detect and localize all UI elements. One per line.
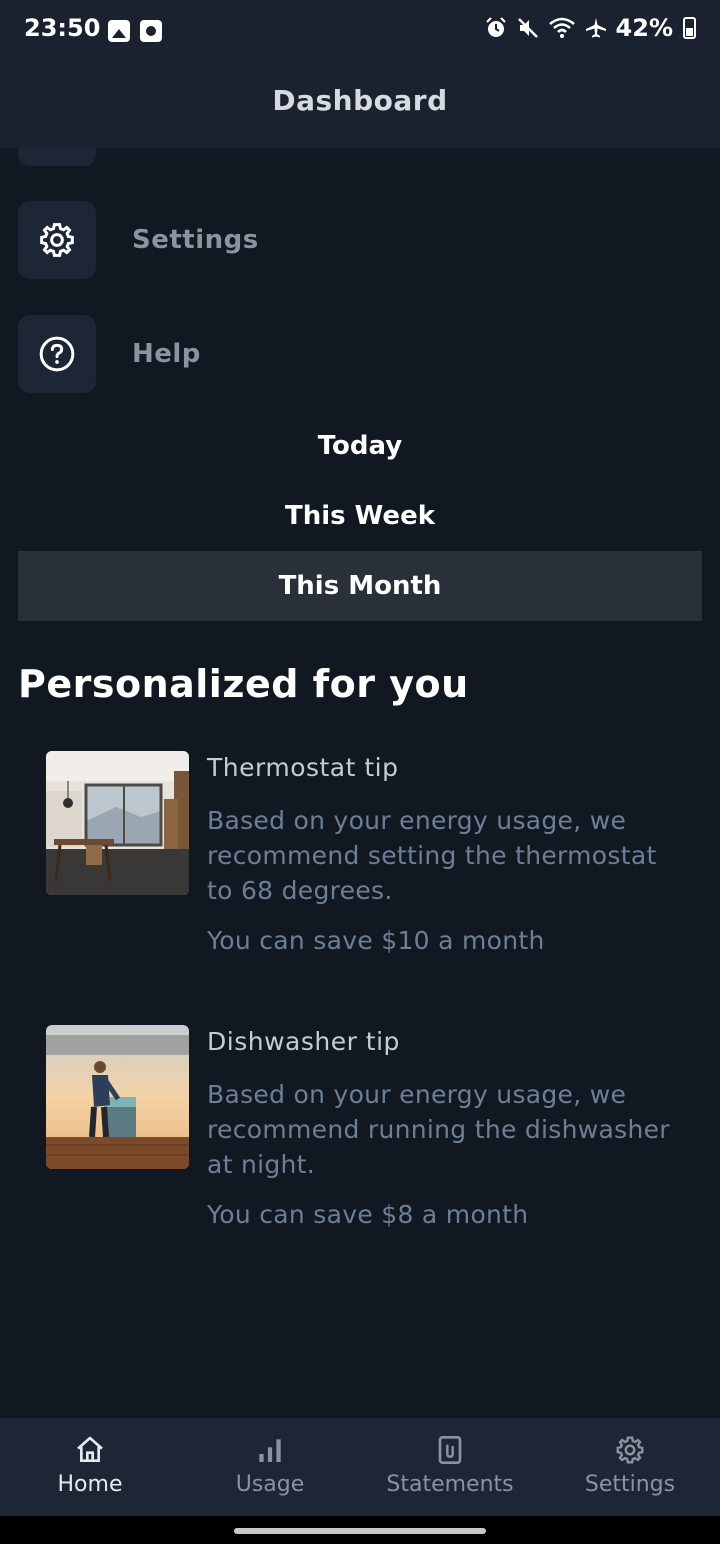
- section-title: Personalized for you: [18, 662, 469, 706]
- wifi-icon: [548, 17, 575, 38]
- help-circle-icon: [39, 336, 75, 372]
- menu-icon-tile: [18, 315, 96, 393]
- status-notification-icons: [108, 20, 162, 42]
- home-icon: [77, 1436, 103, 1462]
- app-bar: Dashboard: [0, 62, 720, 148]
- gear-icon: [40, 223, 74, 257]
- tip-card-dishwasher[interactable]: Dishwasher tip Based on your energy usag…: [46, 1025, 686, 1245]
- main-content[interactable]: Settings Help Today This Week This Month…: [0, 148, 720, 1418]
- gear-icon: [616, 1436, 644, 1464]
- airplane-icon: [585, 18, 606, 38]
- battery-percentage: 42%: [615, 14, 673, 42]
- menu-item-help[interactable]: Help: [18, 315, 201, 393]
- menu-item-partial[interactable]: [18, 148, 96, 166]
- tip-body: Based on your energy usage, we recommend…: [207, 806, 657, 905]
- status-system-icons: 42%: [484, 14, 696, 42]
- menu-item-label: Settings: [132, 225, 259, 255]
- nav-label: Settings: [584, 1472, 676, 1497]
- mute-icon: [517, 18, 538, 38]
- tip-thumbnail: [46, 751, 189, 895]
- document-icon: [438, 1436, 462, 1464]
- menu-item-settings[interactable]: Settings: [18, 201, 259, 279]
- status-time: 23:50: [24, 14, 101, 42]
- tip-thumbnail: [46, 1025, 189, 1169]
- nav-label: Usage: [235, 1472, 305, 1497]
- period-option-this-week[interactable]: This Week: [18, 481, 702, 551]
- nav-label: Statements: [386, 1472, 514, 1497]
- status-bar: 23:50 42%: [0, 0, 720, 62]
- tip-title: Dishwasher tip: [207, 1027, 400, 1056]
- menu-icon-tile: [18, 201, 96, 279]
- gallery-icon: [108, 20, 130, 42]
- period-option-this-month[interactable]: This Month: [18, 551, 702, 621]
- nav-item-home[interactable]: Home: [0, 1418, 180, 1516]
- tip-savings: You can save $10 a month: [207, 926, 545, 955]
- bar-chart-icon: [259, 1439, 281, 1462]
- menu-item-label: Help: [132, 339, 201, 369]
- tip-title: Thermostat tip: [207, 753, 399, 782]
- nav-item-settings[interactable]: Settings: [540, 1418, 720, 1516]
- game-icon: [140, 20, 162, 42]
- alarm-icon: [485, 17, 506, 37]
- tip-savings: You can save $8 a month: [207, 1200, 529, 1229]
- tip-body: Based on your energy usage, we recommend…: [207, 1080, 670, 1179]
- nav-item-statements[interactable]: Statements: [360, 1418, 540, 1516]
- home-gesture-bar[interactable]: [234, 1528, 486, 1534]
- page-title: Dashboard: [272, 84, 448, 117]
- period-option-today[interactable]: Today: [18, 411, 702, 481]
- tip-card-thermostat[interactable]: Thermostat tip Based on your energy usag…: [46, 751, 686, 971]
- battery-icon: [683, 17, 696, 39]
- nav-item-usage[interactable]: Usage: [180, 1418, 360, 1516]
- nav-label: Home: [57, 1472, 123, 1497]
- bottom-nav: Home Usage Statements Settings: [0, 1418, 720, 1516]
- gesture-area: [0, 1516, 720, 1544]
